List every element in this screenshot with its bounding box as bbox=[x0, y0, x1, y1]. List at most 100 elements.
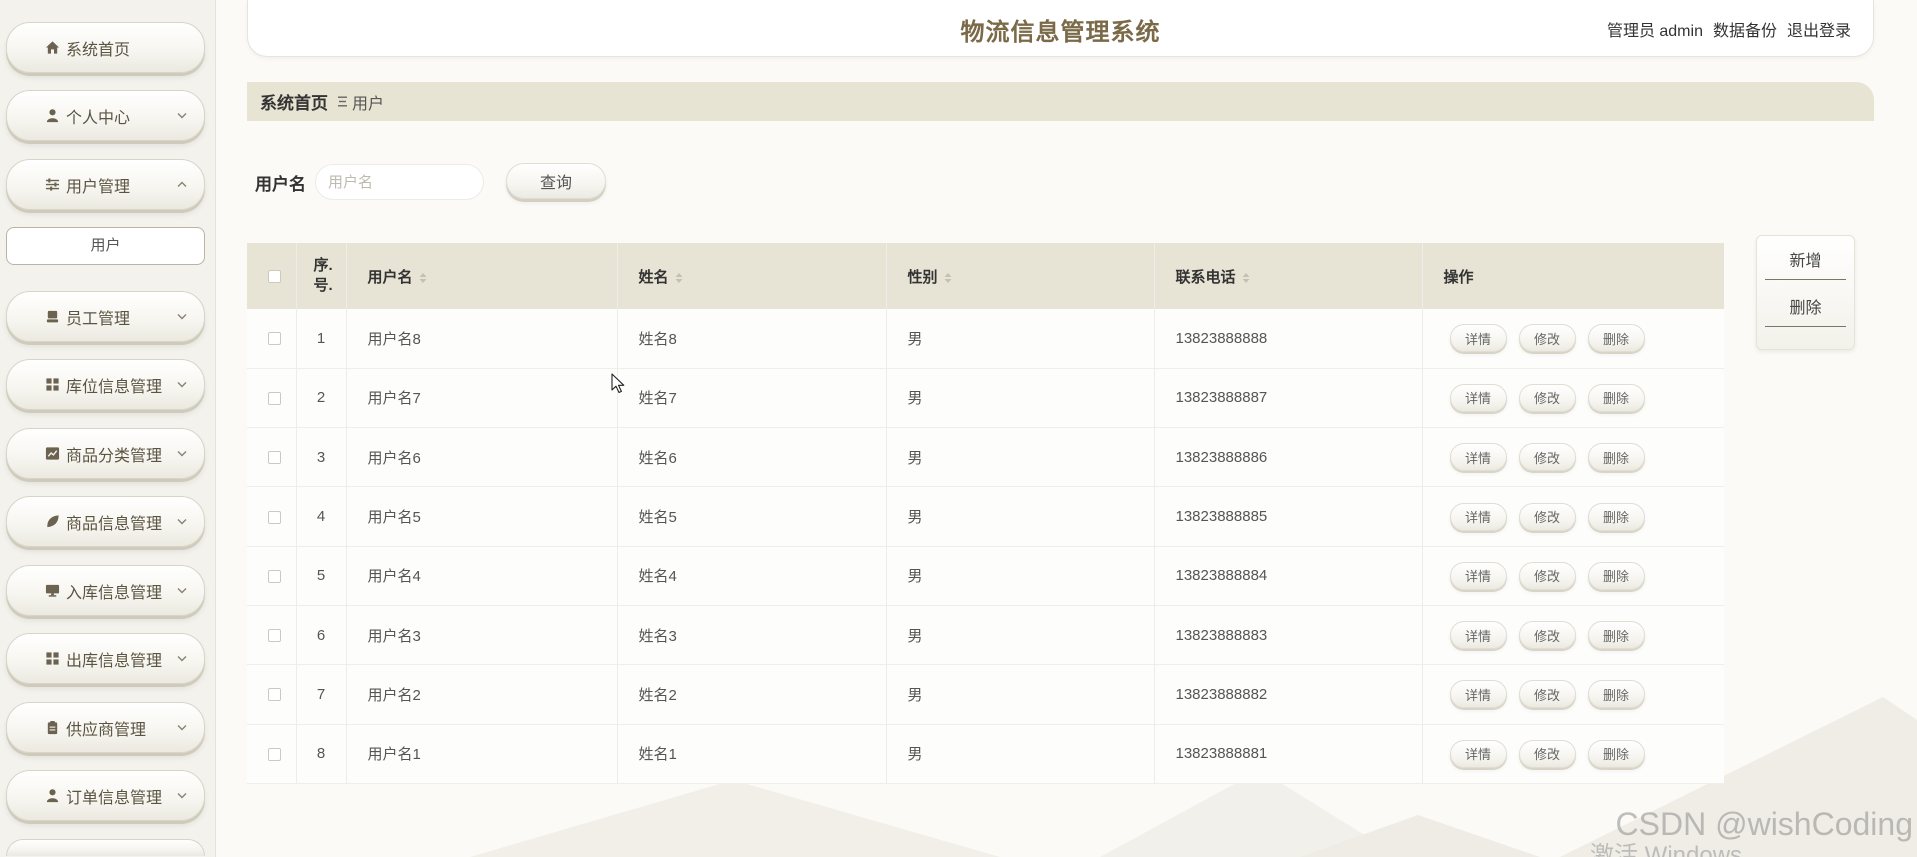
detail-button[interactable]: 详情 bbox=[1449, 443, 1507, 472]
edit-button[interactable]: 修改 bbox=[1518, 443, 1576, 472]
sidebar-item-outbound-management[interactable]: 出库信息管理 bbox=[6, 633, 205, 684]
header-actions: 操作 bbox=[1443, 268, 1474, 286]
detail-button[interactable]: 详情 bbox=[1449, 680, 1507, 709]
batch-delete-button[interactable]: 删除 bbox=[1765, 292, 1846, 327]
row-checkbox[interactable] bbox=[268, 747, 281, 761]
chevron-down-icon bbox=[177, 313, 187, 320]
add-button[interactable]: 新增 bbox=[1765, 245, 1846, 280]
cell-checkbox bbox=[247, 724, 297, 784]
sidebar-item-label: 入库信息管理 bbox=[66, 584, 163, 602]
sort-icon[interactable] bbox=[1242, 272, 1250, 284]
cell-username: 用户名8 bbox=[346, 309, 618, 369]
cell-username: 用户名3 bbox=[346, 605, 618, 665]
row-checkbox[interactable] bbox=[268, 391, 281, 405]
sidebar-item-home[interactable]: 系统首页 bbox=[6, 22, 205, 73]
edit-button[interactable]: 修改 bbox=[1518, 739, 1576, 768]
edit-button[interactable]: 修改 bbox=[1518, 324, 1576, 353]
csdn-watermark: CSDN @wishCoding bbox=[1615, 806, 1913, 842]
detail-button[interactable]: 详情 bbox=[1449, 739, 1507, 768]
header-gender[interactable]: 性别 bbox=[886, 243, 1155, 309]
cell-username: 用户名4 bbox=[346, 546, 618, 606]
delete-button[interactable]: 删除 bbox=[1587, 680, 1645, 709]
data-backup-link[interactable]: 数据备份 bbox=[1713, 17, 1777, 41]
delete-button[interactable]: 删除 bbox=[1587, 561, 1645, 590]
row-checkbox[interactable] bbox=[268, 451, 281, 465]
delete-button[interactable]: 删除 bbox=[1587, 324, 1645, 353]
mouse-cursor-icon bbox=[611, 373, 625, 394]
table-header-row: 序. 号. 用户名 姓名 性别 联系电话 操作 bbox=[247, 243, 1724, 309]
admin-user-link[interactable]: 管理员 admin bbox=[1607, 17, 1703, 41]
select-all-checkbox[interactable] bbox=[268, 270, 281, 284]
detail-button[interactable]: 详情 bbox=[1449, 324, 1507, 353]
sidebar-item-partial[interactable] bbox=[6, 839, 205, 856]
cell-seq: 3 bbox=[296, 427, 347, 487]
row-checkbox[interactable] bbox=[268, 332, 281, 346]
cell-phone: 13823888886 bbox=[1154, 427, 1423, 487]
cell-checkbox bbox=[247, 309, 297, 369]
cell-gender: 男 bbox=[886, 605, 1155, 665]
cell-name: 姓名5 bbox=[617, 486, 887, 547]
sidebar-item-label: 库位信息管理 bbox=[66, 378, 163, 396]
header-label: 用户名 bbox=[367, 268, 413, 286]
sidebar-item-location-management[interactable]: 库位信息管理 bbox=[6, 359, 205, 410]
cell-gender: 男 bbox=[886, 309, 1155, 369]
delete-button[interactable]: 删除 bbox=[1587, 443, 1645, 472]
breadcrumb-home[interactable]: 系统首页 bbox=[260, 89, 328, 114]
detail-button[interactable]: 详情 bbox=[1449, 383, 1507, 412]
edit-button[interactable]: 修改 bbox=[1518, 680, 1576, 709]
sidebar-item-staff-management[interactable]: 员工管理 bbox=[6, 291, 205, 342]
search-button[interactable]: 查询 bbox=[506, 163, 606, 199]
cell-actions: 详情 修改 删除 bbox=[1422, 724, 1724, 783]
cell-name: 姓名1 bbox=[617, 724, 887, 784]
cell-gender: 男 bbox=[886, 724, 1155, 784]
header-label: 联系电话 bbox=[1175, 268, 1236, 286]
sidebar-item-user-management[interactable]: 用户管理 bbox=[6, 159, 205, 210]
row-checkbox[interactable] bbox=[268, 510, 281, 524]
table-row: 1 用户名8 姓名8 男 13823888888 详情 修改 删除 bbox=[247, 309, 1724, 369]
edit-button[interactable]: 修改 bbox=[1518, 621, 1576, 650]
row-checkbox[interactable] bbox=[268, 569, 281, 583]
detail-button[interactable]: 详情 bbox=[1449, 621, 1507, 650]
cell-seq: 2 bbox=[296, 368, 347, 428]
sidebar-item-personal-center[interactable]: 个人中心 bbox=[6, 90, 205, 141]
sort-icon[interactable] bbox=[419, 272, 427, 284]
header-username[interactable]: 用户名 bbox=[346, 243, 618, 309]
sliders-icon bbox=[45, 177, 60, 192]
cell-actions: 详情 修改 删除 bbox=[1422, 428, 1724, 487]
chevron-down-icon bbox=[177, 112, 187, 119]
sidebar-item-label: 个人中心 bbox=[66, 109, 131, 127]
detail-button[interactable]: 详情 bbox=[1449, 502, 1507, 531]
leaf-icon bbox=[45, 514, 60, 529]
header-phone[interactable]: 联系电话 bbox=[1154, 243, 1423, 309]
submenu-item-users[interactable]: 用户 bbox=[6, 227, 205, 265]
sort-icon[interactable] bbox=[944, 272, 952, 284]
edit-button[interactable]: 修改 bbox=[1518, 383, 1576, 412]
row-checkbox[interactable] bbox=[268, 629, 281, 643]
chevron-down-icon bbox=[177, 381, 187, 388]
chevron-down-icon bbox=[177, 587, 187, 594]
delete-button[interactable]: 删除 bbox=[1587, 739, 1645, 768]
sidebar-item-label: 用户管理 bbox=[66, 178, 131, 196]
username-search-input[interactable] bbox=[315, 164, 484, 200]
cell-seq: 1 bbox=[296, 309, 347, 369]
delete-button[interactable]: 删除 bbox=[1587, 621, 1645, 650]
cell-checkbox bbox=[247, 427, 297, 487]
detail-button[interactable]: 详情 bbox=[1449, 561, 1507, 590]
header-name[interactable]: 姓名 bbox=[617, 243, 887, 309]
delete-button[interactable]: 删除 bbox=[1587, 383, 1645, 412]
edit-button[interactable]: 修改 bbox=[1518, 561, 1576, 590]
sidebar-item-category-management[interactable]: 商品分类管理 bbox=[6, 428, 205, 479]
sidebar-item-product-management[interactable]: 商品信息管理 bbox=[6, 496, 205, 547]
sidebar-item-inbound-management[interactable]: 入库信息管理 bbox=[6, 565, 205, 616]
delete-button[interactable]: 删除 bbox=[1587, 502, 1645, 531]
sidebar-item-supplier-management[interactable]: 供应商管理 bbox=[6, 702, 205, 753]
edit-button[interactable]: 修改 bbox=[1518, 502, 1576, 531]
header-seq-line: 号. bbox=[313, 277, 333, 294]
row-checkbox[interactable] bbox=[268, 688, 281, 702]
sidebar-item-order-management[interactable]: 订单信息管理 bbox=[6, 770, 205, 821]
cell-username: 用户名1 bbox=[346, 724, 618, 784]
sidebar-item-label: 供应商管理 bbox=[66, 721, 147, 739]
chevron-down-icon bbox=[177, 792, 187, 799]
logout-link[interactable]: 退出登录 bbox=[1787, 17, 1851, 41]
sort-icon[interactable] bbox=[675, 272, 683, 284]
